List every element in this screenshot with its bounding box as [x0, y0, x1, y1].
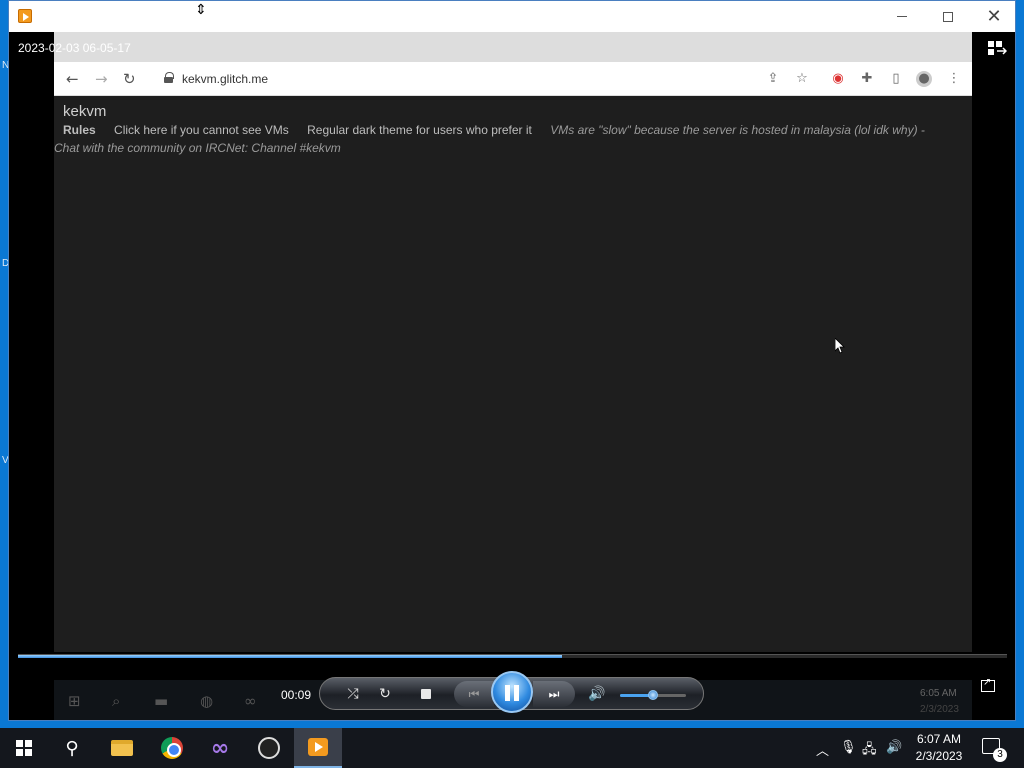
volume-thumb[interactable] [648, 690, 658, 700]
seek-progress [18, 655, 562, 658]
recorded-start-icon: ⊞ [68, 692, 81, 710]
speaker-icon[interactable]: 🔊 [886, 740, 902, 755]
microphone-icon[interactable]: 🎙 [840, 740, 857, 755]
share-icon: ⇪ [767, 71, 779, 86]
video-area[interactable]: ← → ↻ kekvm.glitch.me ⇪ ☆ ◉ ✚ ▯ ● ⋮ kekv… [9, 32, 1015, 652]
media-player-window: ⇕ ✕ ← → ↻ kekvm.glitch.me ⇪ ☆ ◉ ✚ ▯ ● ⋮ … [8, 0, 1016, 721]
show-hidden-icons-chevron-icon[interactable]: ︿ [816, 740, 829, 759]
recorded-folder-icon: ▬ [154, 692, 169, 710]
previous-button[interactable]: ⏮ [454, 681, 494, 707]
playback-controls: ⊞ ⌕ ▬ ◍ ∞ 6:05 AM 2/3/2023 00:09 ⤮ ↻ ⏮ ⏭… [9, 660, 1015, 720]
notification-count-badge: 3 [993, 748, 1007, 762]
record-icon: ◉ [832, 71, 844, 86]
lock-icon [164, 72, 174, 83]
cannot-see-vms-link: Click here if you cannot see VMs [114, 123, 289, 137]
search-button[interactable]: ⚲ [48, 728, 96, 768]
folder-icon [111, 740, 133, 756]
mute-button[interactable]: 🔊 [587, 684, 607, 704]
browser-toolbar: ← → ↻ kekvm.glitch.me ⇪ ☆ ◉ ✚ ▯ ● ⋮ [54, 62, 972, 96]
recorded-search-icon: ⌕ [112, 692, 121, 710]
repeat-button[interactable]: ↻ [375, 684, 395, 704]
pause-button[interactable] [491, 671, 533, 713]
close-icon: ✕ [986, 6, 1002, 27]
fullscreen-icon[interactable] [981, 677, 995, 692]
recorded-vs-icon: ∞ [244, 692, 257, 710]
irc-chat-notice: Chat with the community on IRCNet: Chann… [54, 141, 341, 155]
network-icon[interactable]: 🖧 [862, 740, 877, 762]
file-explorer-button[interactable] [98, 728, 146, 768]
forward-arrow-icon: → [95, 70, 108, 88]
reload-icon: ↻ [123, 70, 136, 88]
clock-date[interactable]: 2/3/2023 [912, 749, 966, 763]
clock-time[interactable]: 6:07 AM [912, 732, 966, 746]
search-icon: ⚲ [65, 737, 79, 759]
elapsed-time: 00:09 [281, 688, 312, 702]
site-title: kekvm [63, 103, 107, 120]
recorded-clock-date: 2/3/2023 [920, 704, 959, 715]
obs-icon [258, 737, 280, 759]
resize-cursor-icon: ⇕ [195, 1, 207, 17]
recorded-chrome-icon: ◍ [200, 692, 214, 710]
maximize-button[interactable] [925, 1, 971, 32]
start-button[interactable] [0, 728, 48, 768]
profile-avatar-icon: ● [916, 71, 932, 87]
close-button[interactable]: ✕ [971, 1, 1017, 32]
seek-bar[interactable] [18, 654, 1007, 658]
mouse-cursor-icon [835, 338, 845, 354]
windows-logo-icon [16, 740, 32, 756]
recording-timestamp: 2023-02-03 06-05-17 [18, 41, 131, 55]
chrome-icon [161, 737, 183, 759]
more-menu-icon: ⋮ [947, 71, 961, 86]
visual-studio-icon: ∞ [210, 735, 230, 761]
back-arrow-icon: ← [66, 70, 79, 88]
switch-to-library-icon[interactable] [987, 40, 1007, 56]
windows-taskbar: ⚲ ∞ ︿ 🎙 🖧 🔊 6:07 AM 2/3/2023 3 [0, 728, 1024, 768]
chrome-button[interactable] [148, 728, 196, 768]
volume-slider[interactable] [620, 690, 686, 700]
browser-tab-strip [54, 32, 972, 62]
shuffle-button[interactable]: ⤮ [343, 684, 363, 704]
bookmark-star-icon: ☆ [796, 71, 808, 86]
recorded-clock-time: 6:05 AM [920, 688, 957, 699]
stop-button[interactable] [421, 689, 431, 699]
media-player-app-icon [18, 9, 32, 23]
minimize-button[interactable] [879, 1, 925, 32]
rules-link: Rules [63, 123, 96, 137]
visual-studio-button[interactable]: ∞ [196, 728, 244, 768]
extensions-puzzle-icon: ✚ [861, 71, 873, 86]
dark-theme-link: Regular dark theme for users who prefer … [307, 123, 532, 137]
media-player-icon [308, 738, 328, 756]
obs-button[interactable] [245, 728, 293, 768]
title-bar[interactable]: ⇕ ✕ [9, 1, 1015, 32]
pause-icon [505, 685, 510, 701]
slow-notice: VMs are "slow" because the server is hos… [550, 123, 925, 137]
media-player-taskbar-button[interactable] [294, 728, 342, 768]
side-panel-icon: ▯ [892, 71, 900, 86]
pause-icon [514, 685, 519, 701]
site-nav: Rules Click here if you cannot see VMs R… [63, 123, 940, 137]
web-page: kekvm Rules Click here if you cannot see… [54, 96, 972, 652]
next-button[interactable]: ⏭ [533, 681, 575, 707]
address-bar-url: kekvm.glitch.me [182, 72, 269, 86]
